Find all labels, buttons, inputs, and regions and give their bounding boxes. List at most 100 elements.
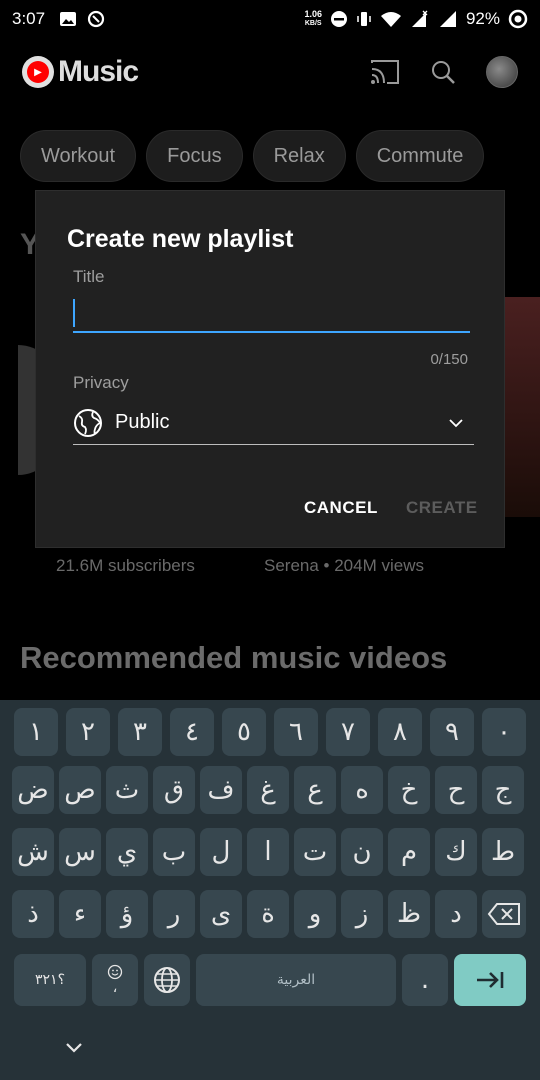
chip-focus[interactable]: Focus — [146, 130, 243, 182]
key[interactable]: ٥ — [222, 708, 266, 756]
key[interactable]: ٠ — [482, 708, 526, 756]
video-meta: Serena • 204M views — [264, 556, 424, 575]
space-key[interactable]: العربية — [196, 954, 396, 1006]
symbols-key[interactable]: ؟٣٢١ — [14, 954, 86, 1006]
key[interactable]: ى — [200, 890, 242, 938]
battery-ring-icon — [508, 9, 528, 29]
status-bar: 3:07 1.06 KB/S 92% — [0, 0, 540, 38]
enter-key[interactable] — [454, 954, 526, 1006]
video-thumbnail[interactable] — [500, 297, 540, 517]
backspace-icon — [487, 903, 520, 925]
search-icon[interactable] — [430, 59, 456, 85]
keyboard-row-2: ض ص ث ق ف غ ع ه خ ح ج — [0, 766, 540, 814]
key[interactable]: ت — [294, 828, 336, 876]
keyboard-row-3: ش س ي ب ل ا ت ن م ك ط — [0, 828, 540, 876]
key[interactable]: ث — [106, 766, 148, 814]
key[interactable]: ٧ — [326, 708, 370, 756]
status-time: 3:07 — [12, 9, 46, 28]
create-button[interactable]: CREATE — [406, 498, 478, 518]
key[interactable]: ب — [153, 828, 195, 876]
net-speed-unit: KB/S — [304, 20, 322, 27]
key[interactable]: ل — [200, 828, 242, 876]
key[interactable]: ز — [341, 890, 383, 938]
key[interactable]: ٦ — [274, 708, 318, 756]
globe-icon — [154, 967, 180, 993]
dialog-title: Create new playlist — [67, 225, 294, 253]
next-arrow-icon — [477, 972, 504, 988]
key[interactable]: م — [388, 828, 430, 876]
privacy-selected-value: Public — [115, 411, 170, 433]
net-speed-value: 1.06 — [304, 9, 322, 19]
key[interactable]: ١ — [14, 708, 58, 756]
cancel-button[interactable]: CANCEL — [304, 498, 378, 518]
key[interactable]: ك — [435, 828, 477, 876]
key[interactable]: ٣ — [118, 708, 162, 756]
title-field-label: Title — [73, 267, 105, 286]
cell-signal-x-icon — [411, 10, 428, 27]
key[interactable]: ق — [153, 766, 195, 814]
create-playlist-dialog: Create new playlist Title 0/150 Privacy … — [35, 190, 505, 548]
key[interactable]: و — [294, 890, 336, 938]
mood-chips: Workout Focus Relax Commute — [20, 130, 485, 182]
app-bar: ▶ Music — [0, 44, 540, 100]
privacy-dropdown[interactable]: Public — [73, 401, 474, 445]
key[interactable]: ش — [12, 828, 54, 876]
recommended-section-title: Recommended music videos — [20, 640, 448, 675]
key[interactable]: ف — [200, 766, 242, 814]
key[interactable]: غ — [247, 766, 289, 814]
key[interactable]: خ — [388, 766, 430, 814]
keyboard-number-row: ١ ٢ ٣ ٤ ٥ ٦ ٧ ٨ ٩ ٠ — [0, 708, 540, 756]
vibrate-icon — [357, 12, 371, 26]
chip-commute[interactable]: Commute — [355, 130, 485, 182]
keyboard-bottom-row: ؟٣٢١ ، العربية . — [0, 954, 540, 1006]
key[interactable]: ء — [59, 890, 101, 938]
key[interactable]: د — [435, 890, 477, 938]
cell-signal-icon — [439, 11, 456, 27]
text-cursor — [73, 299, 75, 327]
comma-label: ، — [112, 980, 118, 996]
hide-keyboard-chevron-icon[interactable] — [64, 1040, 84, 1056]
key[interactable]: ح — [435, 766, 477, 814]
vpn-notification-icon — [87, 10, 105, 28]
key[interactable]: ن — [341, 828, 383, 876]
key[interactable]: ٩ — [430, 708, 474, 756]
key[interactable]: ض — [12, 766, 54, 814]
arabic-keyboard: ١ ٢ ٣ ٤ ٥ ٦ ٧ ٨ ٩ ٠ ض ص ث ق ف غ ع ه خ ح … — [0, 700, 540, 1080]
chip-workout[interactable]: Workout — [20, 130, 137, 182]
key[interactable]: ي — [106, 828, 148, 876]
backspace-key[interactable] — [482, 890, 526, 938]
emoji-comma-key[interactable]: ، — [92, 954, 138, 1006]
privacy-field-label: Privacy — [73, 373, 129, 392]
title-character-counter: 0/150 — [430, 351, 468, 368]
language-key[interactable] — [144, 954, 190, 1006]
key[interactable]: ر — [153, 890, 195, 938]
key[interactable]: ا — [247, 828, 289, 876]
chip-relax[interactable]: Relax — [252, 130, 346, 182]
youtube-music-logo-icon: ▶ — [22, 56, 54, 88]
emoji-icon — [107, 964, 123, 980]
key[interactable]: ة — [247, 890, 289, 938]
key[interactable]: ص — [59, 766, 101, 814]
key[interactable]: ٤ — [170, 708, 214, 756]
playlist-title-input[interactable] — [73, 295, 470, 333]
battery-percent: 92% — [465, 9, 500, 28]
key[interactable]: ط — [482, 828, 524, 876]
period-key[interactable]: . — [402, 954, 448, 1006]
account-avatar[interactable] — [486, 56, 518, 88]
network-speed: 1.06 KB/S — [304, 10, 322, 28]
key[interactable]: ه — [341, 766, 383, 814]
cast-icon[interactable] — [370, 59, 400, 85]
key[interactable]: ؤ — [106, 890, 148, 938]
globe-icon — [74, 408, 102, 437]
key[interactable]: ٨ — [378, 708, 422, 756]
wifi-icon — [380, 12, 401, 27]
key[interactable]: ع — [294, 766, 336, 814]
key[interactable]: س — [59, 828, 101, 876]
key[interactable]: ذ — [12, 890, 54, 938]
artist-subscribers: 21.6M subscribers — [56, 556, 195, 575]
key[interactable]: ظ — [388, 890, 430, 938]
gallery-notification-icon — [60, 12, 77, 26]
key[interactable]: ج — [482, 766, 524, 814]
app-name: Music — [58, 55, 139, 88]
key[interactable]: ٢ — [66, 708, 110, 756]
